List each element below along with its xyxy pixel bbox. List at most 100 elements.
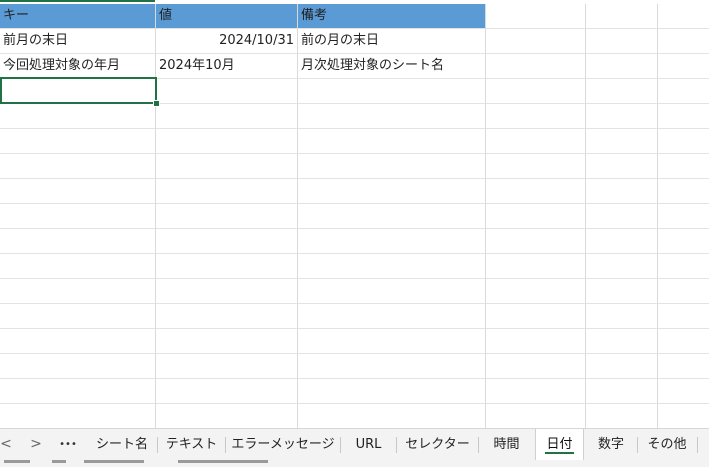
empty-cell[interactable] xyxy=(486,204,586,229)
empty-cell[interactable] xyxy=(298,229,486,254)
empty-cell[interactable] xyxy=(0,379,156,404)
empty-cell[interactable] xyxy=(298,129,486,154)
empty-cell[interactable] xyxy=(298,404,486,428)
empty-cell[interactable] xyxy=(0,304,156,329)
empty-cell[interactable] xyxy=(298,179,486,204)
empty-cell[interactable] xyxy=(658,304,709,329)
tab-date[interactable]: 日付 xyxy=(535,429,584,460)
empty-cell[interactable] xyxy=(586,154,658,179)
tab-selector[interactable]: セレクター xyxy=(397,429,478,460)
empty-cell[interactable] xyxy=(486,304,586,329)
header-cell-c[interactable]: 備考 xyxy=(298,4,486,29)
empty-cell[interactable] xyxy=(486,54,586,79)
empty-cell[interactable] xyxy=(0,129,156,154)
empty-cell[interactable] xyxy=(658,404,709,428)
data-cell-c2[interactable]: 前の月の末日 xyxy=(298,29,486,54)
empty-cell[interactable] xyxy=(586,79,658,104)
empty-cell[interactable] xyxy=(658,129,709,154)
empty-cell[interactable] xyxy=(586,204,658,229)
empty-cell[interactable] xyxy=(156,179,298,204)
empty-cell[interactable] xyxy=(486,354,586,379)
header-cell-a[interactable]: キー xyxy=(0,4,156,29)
empty-cell[interactable] xyxy=(586,304,658,329)
empty-cell[interactable] xyxy=(586,279,658,304)
empty-cell[interactable] xyxy=(586,379,658,404)
empty-cell[interactable] xyxy=(156,404,298,428)
empty-cell[interactable] xyxy=(658,29,709,54)
empty-cell[interactable] xyxy=(586,329,658,354)
empty-cell[interactable] xyxy=(658,329,709,354)
spreadsheet-grid[interactable]: キー値備考 前月の末日 2024/10/31 前の月の末日 今回処理対象の年月 2024年… xyxy=(0,0,709,428)
empty-cell[interactable] xyxy=(0,104,156,129)
header-cell-e[interactable] xyxy=(586,4,658,29)
tab-time[interactable]: 時間 xyxy=(479,429,534,460)
data-cell-a3[interactable]: 今回処理対象の年月 xyxy=(0,54,156,79)
header-cell-f[interactable] xyxy=(658,4,709,29)
empty-cell[interactable] xyxy=(658,154,709,179)
scroll-tabs-left-icon[interactable]: < xyxy=(0,429,12,460)
empty-cell[interactable] xyxy=(298,104,486,129)
empty-cell[interactable] xyxy=(156,104,298,129)
empty-cell[interactable] xyxy=(586,229,658,254)
selected-cell-a4[interactable] xyxy=(0,77,157,104)
empty-cell[interactable] xyxy=(586,129,658,154)
empty-cell[interactable] xyxy=(658,229,709,254)
empty-cell[interactable] xyxy=(0,154,156,179)
empty-cell[interactable] xyxy=(658,204,709,229)
empty-cell[interactable] xyxy=(486,329,586,354)
empty-cell[interactable] xyxy=(298,204,486,229)
more-tabs-icon[interactable]: ••• xyxy=(56,429,80,460)
tab-text[interactable]: テキスト xyxy=(158,429,225,460)
empty-cell[interactable] xyxy=(658,354,709,379)
header-cell-d[interactable] xyxy=(486,4,586,29)
empty-cell[interactable] xyxy=(658,54,709,79)
empty-cell[interactable] xyxy=(298,304,486,329)
empty-cell[interactable] xyxy=(156,204,298,229)
scroll-tabs-right-icon[interactable]: > xyxy=(28,429,44,460)
empty-cell[interactable] xyxy=(486,379,586,404)
empty-cell[interactable] xyxy=(156,354,298,379)
empty-cell[interactable] xyxy=(156,254,298,279)
empty-cell[interactable] xyxy=(486,154,586,179)
empty-cell[interactable] xyxy=(658,104,709,129)
empty-cell[interactable] xyxy=(486,229,586,254)
empty-cell[interactable] xyxy=(0,329,156,354)
empty-cell[interactable] xyxy=(156,79,298,104)
tab-number[interactable]: 数字 xyxy=(585,429,637,460)
empty-cell[interactable] xyxy=(298,154,486,179)
empty-cell[interactable] xyxy=(156,329,298,354)
empty-cell[interactable] xyxy=(156,154,298,179)
fill-handle[interactable] xyxy=(153,100,160,107)
empty-cell[interactable] xyxy=(0,404,156,428)
empty-cell[interactable] xyxy=(486,129,586,154)
empty-cell[interactable] xyxy=(586,354,658,379)
empty-cell[interactable] xyxy=(486,29,586,54)
empty-cell[interactable] xyxy=(658,79,709,104)
empty-cell[interactable] xyxy=(0,179,156,204)
empty-cell[interactable] xyxy=(486,404,586,428)
empty-cell[interactable] xyxy=(156,304,298,329)
empty-cell[interactable] xyxy=(486,254,586,279)
empty-cell[interactable] xyxy=(0,354,156,379)
tab-other[interactable]: その他 xyxy=(638,429,696,460)
empty-cell[interactable] xyxy=(586,179,658,204)
data-cell-b2[interactable]: 2024/10/31 xyxy=(156,29,298,54)
tab-url[interactable]: URL xyxy=(341,429,396,460)
tab-error-message[interactable]: エラーメッセージ xyxy=(226,429,340,460)
empty-cell[interactable] xyxy=(298,379,486,404)
header-cell-b[interactable]: 値 xyxy=(156,4,298,29)
empty-cell[interactable] xyxy=(486,179,586,204)
empty-cell[interactable] xyxy=(586,54,658,79)
empty-cell[interactable] xyxy=(486,279,586,304)
empty-cell[interactable] xyxy=(586,404,658,428)
empty-cell[interactable] xyxy=(156,229,298,254)
empty-cell[interactable] xyxy=(156,129,298,154)
empty-cell[interactable] xyxy=(156,379,298,404)
empty-cell[interactable] xyxy=(486,104,586,129)
empty-cell[interactable] xyxy=(0,279,156,304)
empty-cell[interactable] xyxy=(658,279,709,304)
empty-cell[interactable] xyxy=(298,329,486,354)
empty-cell[interactable] xyxy=(156,279,298,304)
empty-cell[interactable] xyxy=(298,79,486,104)
empty-cell[interactable] xyxy=(0,254,156,279)
